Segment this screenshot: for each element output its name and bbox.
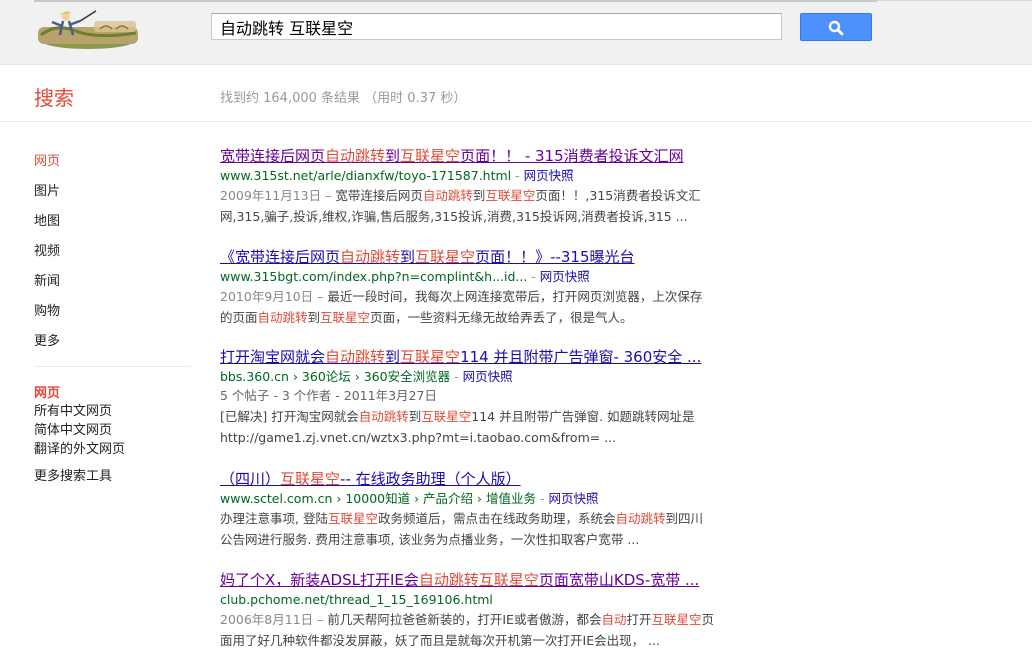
- page-title: 搜索: [34, 86, 74, 110]
- result-url: www.sctel.com.cn › 10000知道 › 产品介绍 › 增值业务…: [220, 491, 599, 506]
- tool-more-search-tools[interactable]: 更多搜索工具: [34, 465, 112, 484]
- result-title-link[interactable]: 打开淘宝网就会自动跳转到互联星空114 并且附带广告弹窗- 360安全 ...: [220, 347, 740, 367]
- result-snippet: 2006年8月11日 – 前几天帮阿拉爸爸新装的，打开IE或者傲游，都会自动打开…: [220, 612, 715, 648]
- nav-divider: [34, 366, 191, 367]
- result-item: 宽带连接后网页自动跳转到互联星空页面！！ - 315消费者投诉文汇网 www.3…: [220, 146, 740, 227]
- result-item: 打开淘宝网就会自动跳转到互联星空114 并且附带广告弹窗- 360安全 ... …: [220, 347, 740, 448]
- nav-item-videos[interactable]: 视频: [34, 240, 60, 259]
- result-url: www.315st.net/arle/dianxfw/toyo-171587.h…: [220, 168, 574, 183]
- tool-all-chinese[interactable]: 所有中文网页: [34, 400, 112, 419]
- cache-link[interactable]: 网页快照: [524, 168, 574, 183]
- top-divider: [34, 0, 877, 2]
- result-snippet: [已解决] 打开淘宝网就会自动跳转到互联星空114 并且附带广告弹窗. 如题跳转…: [220, 409, 695, 445]
- doodle-logo[interactable]: [36, 9, 140, 49]
- result-snippet: 办理注意事项, 登陆互联星空政务频道后，需点击在线政务助理，系统会自动跳转到四川…: [220, 511, 704, 547]
- search-button[interactable]: [800, 13, 872, 41]
- result-title-link[interactable]: 《宽带连接后网页自动跳转到互联星空页面！！》--315曝光台: [220, 247, 740, 267]
- result-stats: 找到约 164,000 条结果 （用时 0.37 秒）: [220, 91, 467, 106]
- cache-link[interactable]: 网页快照: [548, 491, 598, 506]
- nav-item-web[interactable]: 网页: [34, 150, 60, 169]
- result-title-link[interactable]: 宽带连接后网页自动跳转到互联星空页面！！ - 315消费者投诉文汇网: [220, 146, 740, 166]
- tool-web[interactable]: 网页: [34, 382, 60, 401]
- top-bar: [0, 0, 1032, 65]
- cache-link[interactable]: 网页快照: [463, 369, 513, 384]
- tool-translated[interactable]: 翻译的外文网页: [34, 438, 125, 457]
- results-header: 搜索 找到约 164,000 条结果 （用时 0.37 秒）: [0, 65, 1032, 122]
- top-divider-right: [877, 0, 1032, 1]
- magnifier-icon: [828, 20, 844, 36]
- nav-item-news[interactable]: 新闻: [34, 270, 60, 289]
- result-url: www.315bgt.com/index.php?n=complint&h...…: [220, 269, 590, 284]
- result-snippet: 2010年9月10日 – 最近一段时间，我每次上网连接宽带后，打开网页浏览器，上…: [220, 289, 703, 325]
- search-input[interactable]: [212, 14, 781, 39]
- result-meta: 5 个帖子 - 3 个作者 - 2011年3月27日: [220, 388, 437, 403]
- cache-link[interactable]: 网页快照: [540, 269, 590, 284]
- nav-item-more[interactable]: 更多: [34, 330, 60, 349]
- result-url: bbs.360.cn › 360论坛 › 360安全浏览器 - 网页快照: [220, 369, 513, 384]
- nav-item-images[interactable]: 图片: [34, 180, 60, 199]
- nav-item-maps[interactable]: 地图: [34, 210, 60, 229]
- tool-simplified-chinese[interactable]: 简体中文网页: [34, 419, 112, 438]
- nav-item-shopping[interactable]: 购物: [34, 300, 60, 319]
- result-title-link[interactable]: 妈了个X，新装ADSL打开IE会自动跳转互联星空页面宽带山KDS-宽带 ...: [220, 570, 740, 590]
- result-item: （四川）互联星空-- 在线政务助理（个人版） www.sctel.com.cn …: [220, 469, 740, 550]
- result-snippet: 2009年11月13日 – 宽带连接后网页自动跳转到互联星空页面！！,315消费…: [220, 188, 701, 224]
- result-item: 妈了个X，新装ADSL打开IE会自动跳转互联星空页面宽带山KDS-宽带 ... …: [220, 570, 740, 651]
- result-title-link[interactable]: （四川）互联星空-- 在线政务助理（个人版）: [220, 469, 740, 489]
- search-box[interactable]: [211, 13, 782, 40]
- result-url: club.pchome.net/thread_1_15_169106.html: [220, 592, 493, 607]
- result-item: 《宽带连接后网页自动跳转到互联星空页面！！》--315曝光台 www.315bg…: [220, 247, 740, 328]
